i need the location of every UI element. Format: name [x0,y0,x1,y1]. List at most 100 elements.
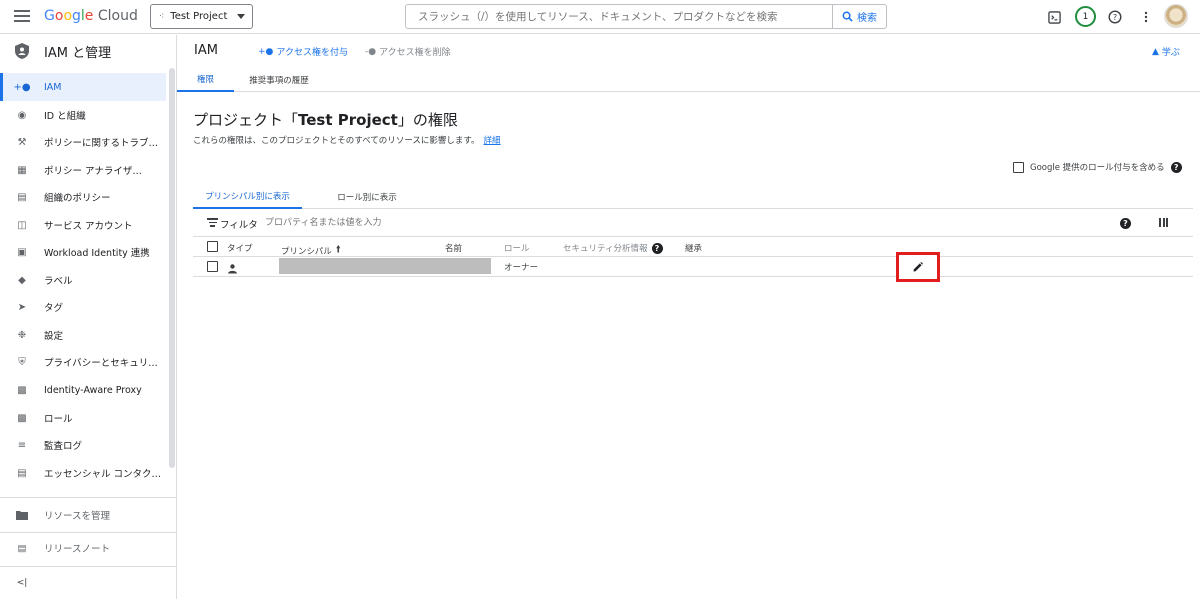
help-icon[interactable]: ? [1170,161,1182,173]
search-button[interactable]: 検索 [832,5,886,28]
search-input[interactable] [406,5,832,28]
iam-shield-icon [15,43,29,59]
details-link[interactable]: 詳細 [484,136,501,146]
school-icon: ▲ [1152,46,1159,57]
table-row: オーナー [193,252,1193,282]
collapse-sidebar-button[interactable]: <| [0,568,176,598]
page-description: これらの権限は、このプロジェクトとそのすべてのリソースに影響します。 詳細 [193,136,501,146]
sidebar-divider [0,497,176,498]
top-bar: Google Cloud ⁖ Test Project 検索 1 ? [0,0,1200,34]
roles-icon: ▩ [17,412,27,424]
sidebar-item-manage-resources[interactable]: リソースを管理 [0,500,176,530]
sidebar-item-id-org[interactable]: ◉ ID と組織 [0,101,166,129]
table-header: タイプ プリンシパル 🠙 名前 ロール セキュリティ分析情報 ? 継承 [193,237,1193,257]
sidebar-item-iam[interactable]: +● IAM [0,73,166,101]
tab-view-by-principal[interactable]: プリンシパル別に表示 [193,184,302,209]
grant-access-button[interactable]: +● アクセス権を付与 [258,45,348,59]
sidebar-item-policy-analyzer[interactable]: ▦ ポリシー アナライザ… [0,156,166,184]
label-icon: ◆ [18,274,26,286]
learn-button[interactable]: ▲ 学ぶ [1152,45,1180,59]
help-icon[interactable]: ? [651,242,663,254]
notification-badge[interactable]: 1 [1075,6,1096,27]
person-remove-icon: -● [365,46,377,57]
sidebar-item-privacy-security[interactable]: ⛨ プライバシーとセキュリ… [0,348,166,376]
policy-analyzer-icon: ▦ [17,164,27,176]
principal-redacted [279,258,491,274]
shield-icon: ⛨ [18,356,26,368]
filter-bar: フィルタ ? [193,210,1193,237]
tab-recommendation-history[interactable]: 推奨事項の履歴 [234,67,324,92]
project-tree-icon: ⁖ [159,11,165,22]
release-notes-icon: ▤ [17,542,27,554]
wrench-icon: ⚒ [17,136,27,148]
sidebar-item-release-notes[interactable]: ▤ リリースノート [0,533,176,563]
person-add-icon: +● [13,81,31,93]
audit-log-icon: ≡ [17,439,27,451]
person-icon [228,259,237,278]
sidebar-item-workload-identity[interactable]: ▣ Workload Identity 連携 [0,238,166,266]
person-add-icon: +● [258,46,274,57]
column-inheritance[interactable]: 継承 [685,242,702,254]
sidebar-title: IAM と管理 [44,45,112,61]
folder-icon [15,510,29,520]
settings-icon: ❉ [17,329,27,341]
cloud-shell-icon[interactable] [1046,9,1062,25]
column-name[interactable]: 名前 [445,242,462,254]
sidebar-scrollbar[interactable] [169,68,175,468]
more-vert-icon[interactable] [1138,9,1154,25]
table-help-icon[interactable]: ? [1120,218,1131,229]
help-icon[interactable]: ? [1107,9,1123,25]
include-google-roles-toggle[interactable]: Google 提供のロール付与を含める ? [1013,161,1182,173]
pencil-icon [913,262,923,272]
view-tabs: プリンシパル別に表示 ロール別に表示 [193,184,1193,209]
list-alt-icon: ▤ [17,191,27,203]
filter-input[interactable] [265,214,565,232]
iap-icon: ▩ [17,384,27,396]
service-account-icon: ◫ [17,219,27,231]
column-security-insights[interactable]: セキュリティ分析情報 ? [563,242,663,254]
select-all-checkbox[interactable] [207,241,218,252]
badge-icon: ▣ [17,246,27,258]
sidebar-item-service-accounts[interactable]: ◫ サービス アカウント [0,211,166,239]
sidebar-header: IAM と管理 [0,35,176,67]
remove-access-button[interactable]: -● アクセス権を削除 [365,45,451,59]
action-bar: IAM +● アクセス権を付与 -● アクセス権を削除 ▲ 学ぶ [177,35,1200,67]
collapse-icon: <| [16,578,28,588]
svg-text:?: ? [1113,13,1117,22]
page-tabs: 権限 推奨事項の履歴 [177,67,1200,92]
row-checkbox[interactable] [207,261,218,272]
contacts-icon: ▤ [17,467,27,479]
sidebar-item-audit-logs[interactable]: ≡ 監査ログ [0,431,166,459]
tab-view-by-role[interactable]: ロール別に表示 [322,184,412,209]
project-name: Test Project [170,11,228,22]
filter-label: フィルタ [220,220,258,231]
column-display-icon[interactable] [1159,218,1168,227]
sidebar-item-labels[interactable]: ◆ ラベル [0,266,166,294]
google-cloud-logo[interactable]: Google Cloud [44,8,138,24]
role-value: オーナー [504,263,539,273]
sidebar-item-settings[interactable]: ❉ 設定 [0,321,166,349]
sidebar-item-org-policies[interactable]: ▤ 組織のポリシー [0,183,166,211]
sidebar-divider [0,566,176,567]
sidebar-item-policy-troubleshooter[interactable]: ⚒ ポリシーに関するトラブ… [0,128,166,156]
sidebar-item-iap[interactable]: ▩ Identity-Aware Proxy [0,376,166,404]
column-role[interactable]: ロール [504,242,530,254]
sidebar-item-tags[interactable]: ➤ タグ [0,293,166,321]
include-google-roles-checkbox[interactable] [1013,161,1024,173]
project-selector[interactable]: ⁖ Test Project [150,4,253,29]
page-header-title: IAM [194,43,218,58]
main-content: IAM +● アクセス権を付与 -● アクセス権を削除 ▲ 学ぶ 権限 推奨事項… [177,35,1200,599]
page-title: プロジェクト「Test Project」の権限 [193,111,458,129]
menu-icon[interactable] [14,10,30,22]
filter-icon [207,218,218,229]
tag-icon: ➤ [17,301,27,313]
sidebar-item-roles[interactable]: ▩ ロール [0,404,166,432]
column-type[interactable]: タイプ [227,242,253,254]
edit-principal-button[interactable] [896,252,940,282]
search-icon [842,11,853,22]
account-circle-icon: ◉ [17,109,27,121]
chevron-down-icon [237,14,245,19]
tab-permissions[interactable]: 権限 [177,67,234,92]
avatar[interactable] [1164,4,1188,28]
sidebar-item-essential-contacts[interactable]: ▤ エッセンシャル コンタク… [0,459,166,487]
